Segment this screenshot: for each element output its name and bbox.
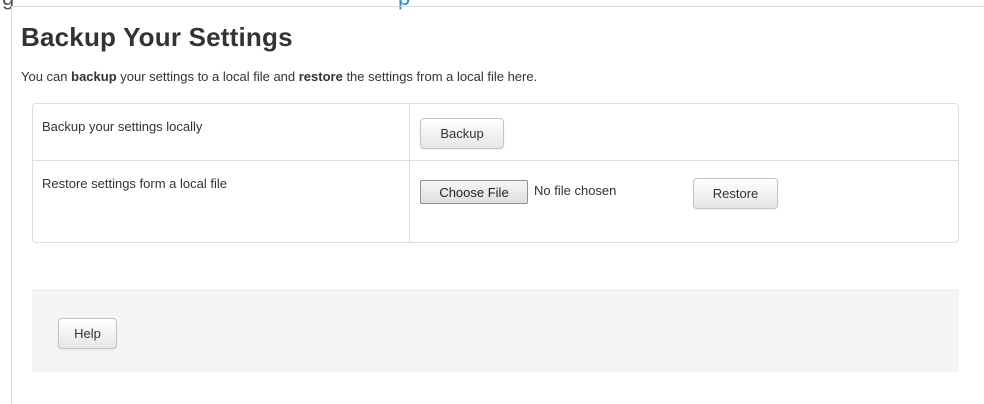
settings-table: Backup your settings locally Backup Rest…	[32, 103, 959, 243]
help-footer: Help	[32, 290, 959, 372]
intro-text: You can backup your settings to a local …	[21, 69, 537, 84]
intro-text-part: the settings from a local file here.	[342, 69, 538, 84]
backup-row-label: Backup your settings locally	[42, 119, 203, 134]
intro-bold-restore: restore	[298, 69, 343, 84]
intro-text-part: You can	[21, 69, 72, 84]
backup-button[interactable]: Backup	[420, 118, 504, 149]
page-title: Backup Your Settings	[21, 22, 293, 52]
file-status-text: No file chosen	[534, 183, 617, 198]
restore-button[interactable]: Restore	[693, 178, 778, 209]
help-button[interactable]: Help	[58, 318, 117, 349]
intro-bold-backup: backup	[71, 69, 117, 84]
restore-row-label: Restore settings form a local file	[42, 176, 227, 191]
table-row-restore: Restore settings form a local file Choos…	[33, 161, 958, 242]
choose-file-button[interactable]: Choose File	[420, 180, 528, 204]
intro-text-part: your settings to a local file and	[116, 69, 299, 84]
column-divider	[409, 161, 410, 242]
table-row-backup: Backup your settings locally Backup	[33, 104, 958, 161]
column-divider	[409, 104, 410, 160]
